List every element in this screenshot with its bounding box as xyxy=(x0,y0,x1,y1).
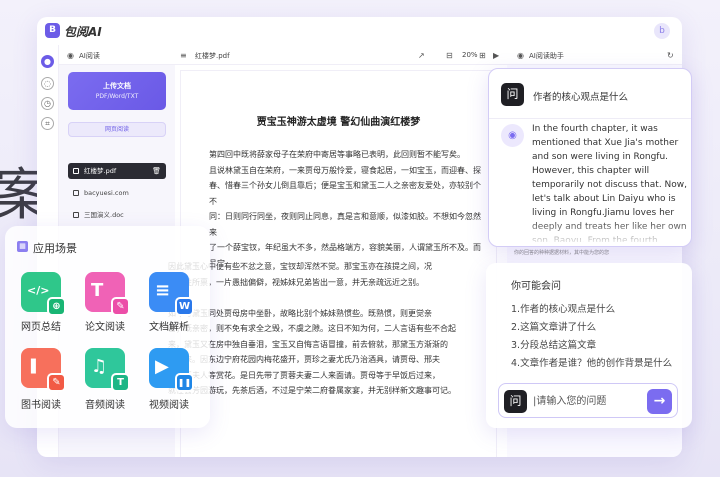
avatar[interactable]: b xyxy=(654,23,670,39)
play-icon: ▶ xyxy=(155,356,169,377)
refresh-icon[interactable]: ↻ xyxy=(667,51,674,60)
pen-icon: ✎ xyxy=(111,297,130,316)
text-icon: T xyxy=(111,373,130,392)
music-icon: ♫ xyxy=(91,356,108,377)
suggestion-item[interactable]: 1.作者的核心观点是什么 xyxy=(511,301,615,315)
document-continuation: 因此黛玉心中便有些不忿之意，宝钗却浑然不觉。那宝玉亦在孩提之间，况 他天性所禀，… xyxy=(168,259,488,459)
file-item[interactable]: bacyuesi.com xyxy=(68,185,166,201)
eye-icon: ◉ xyxy=(67,51,74,60)
question-input[interactable] xyxy=(533,391,643,411)
assistant-icon[interactable]: ● xyxy=(41,55,54,68)
scenes-title: 应用场景 xyxy=(33,242,77,255)
trash-icon[interactable]: 🗑 xyxy=(152,163,161,179)
zoom-in-icon[interactable]: ⊞ xyxy=(479,51,486,60)
zoom-out-icon[interactable]: ⊟ xyxy=(446,51,453,60)
scenes-icon: ▦ xyxy=(17,241,28,252)
scene-label: 文档解析 xyxy=(149,322,189,333)
upload-title: 上传文档 xyxy=(103,82,131,90)
book-icon: ❚ xyxy=(27,356,40,374)
assistant-label: AI阅读助手 xyxy=(529,52,564,60)
file-item[interactable]: 三国演义.doc xyxy=(68,207,166,223)
web-summary-tile[interactable]: </> ⊕ xyxy=(21,272,66,316)
document-paragraph: 第四回中既将薛家母子在荣府中寄居等事略已表明，此回则暂不能写矣。 且说林黛玉自在… xyxy=(209,150,481,262)
file-icon xyxy=(73,168,79,174)
upload-button[interactable]: 上传文档 PDF/Word/TXT xyxy=(68,72,166,110)
zoom-level: 20% xyxy=(462,51,478,59)
question-row: 问 作者的核心观点是什么 xyxy=(489,69,691,119)
file-title: 红楼梦.pdf xyxy=(195,52,230,60)
scene-label: 图书阅读 xyxy=(21,400,61,411)
question-icon: 问 xyxy=(504,390,527,413)
ai-answer-icon: ◉ xyxy=(501,124,524,147)
pen-icon: ✎ xyxy=(47,373,66,392)
question-icon: 问 xyxy=(501,83,524,106)
next-icon[interactable]: ▶ xyxy=(493,51,499,60)
open-external-icon[interactable]: ↗ xyxy=(418,51,425,60)
doc-parse-tile[interactable]: ≡ W xyxy=(149,272,194,316)
paper-read-tile[interactable]: T ✎ xyxy=(85,272,130,316)
file-name: 三国演义.doc xyxy=(84,211,124,219)
list-icon: ≡ xyxy=(155,280,171,301)
send-button[interactable]: → xyxy=(647,389,672,414)
suggestion-item[interactable]: 3.分段总结这篇文章 xyxy=(511,337,596,351)
scene-label: 视频阅读 xyxy=(149,400,189,411)
eye-icon: ◉ xyxy=(517,51,524,60)
video-read-tile[interactable]: ▶ ❚❚ xyxy=(149,348,194,392)
file-icon xyxy=(73,190,79,196)
word-icon: W xyxy=(175,297,194,316)
suggestions-panel: 你可能会问 1.作者的核心观点是什么 2.这篇文章讲了什么 3.分段总结这篇文章… xyxy=(486,263,692,428)
question-text: 作者的核心观点是什么 xyxy=(533,92,629,103)
file-item[interactable]: 红楼梦.pdf 🗑 xyxy=(68,163,166,179)
question-input-row: 问 → xyxy=(498,383,678,418)
file-name: 红楼梦.pdf xyxy=(84,167,117,175)
file-name: bacyuesi.com xyxy=(84,189,129,197)
suggestion-item[interactable]: 4.文章作者是谁？他的创作背景是什么 xyxy=(511,355,672,369)
web-read-button[interactable]: 网页阅读 xyxy=(68,122,166,137)
code-icon: </> xyxy=(27,284,50,297)
menu-icon[interactable]: ≡ xyxy=(180,51,187,60)
answer-fade xyxy=(489,220,691,246)
file-icon xyxy=(73,212,79,218)
sub-toolbar: ◉ AI阅读 ≡ 红楼梦.pdf ↗ ⊟ 20% ⊞ ▶ ◉ AI阅读助手 ↻ xyxy=(59,45,682,65)
text-icon: T xyxy=(91,280,104,301)
ai-read-label: AI阅读 xyxy=(79,52,100,60)
scenes-card: ▦ 应用场景 </> ⊕ 网页总结 T ✎ 论文阅读 ≡ W 文档解析 ❚ ✎ … xyxy=(5,226,210,428)
pause-icon: ❚❚ xyxy=(175,373,194,392)
history-icon[interactable]: ◷ xyxy=(41,97,54,110)
document-title: 贾宝玉神游太虚境 警幻仙曲演红楼梦 xyxy=(256,117,421,128)
scene-label: 网页总结 xyxy=(21,322,61,333)
logo-icon: B xyxy=(45,23,60,38)
translate-icon[interactable]: ⌗ xyxy=(41,117,54,130)
app-title: 包阅AI xyxy=(64,25,102,39)
top-bar: B 包阅AI b xyxy=(37,17,682,45)
suggestions-title: 你可能会问 xyxy=(511,281,561,292)
document-paragraph: 因此黛玉心中便有些不忿之意，宝钗却浑然不觉。那宝玉亦在孩提之间，况 他天性所禀，… xyxy=(168,262,456,395)
qa-panel: 问 作者的核心观点是什么 ◉ In the fourth chapter, it… xyxy=(488,68,692,247)
message-icon[interactable]: ◌ xyxy=(41,77,54,90)
book-read-tile[interactable]: ❚ ✎ xyxy=(21,348,66,392)
faded-text: 你的回答的种种据据材料，其中能为您的您 xyxy=(514,250,610,256)
scene-label: 音频阅读 xyxy=(85,400,125,411)
audio-read-tile[interactable]: ♫ T xyxy=(85,348,130,392)
globe-icon: ⊕ xyxy=(47,297,66,316)
scene-label: 论文阅读 xyxy=(85,322,125,333)
suggestion-item[interactable]: 2.这篇文章讲了什么 xyxy=(511,319,596,333)
upload-formats: PDF/Word/TXT xyxy=(95,93,139,100)
